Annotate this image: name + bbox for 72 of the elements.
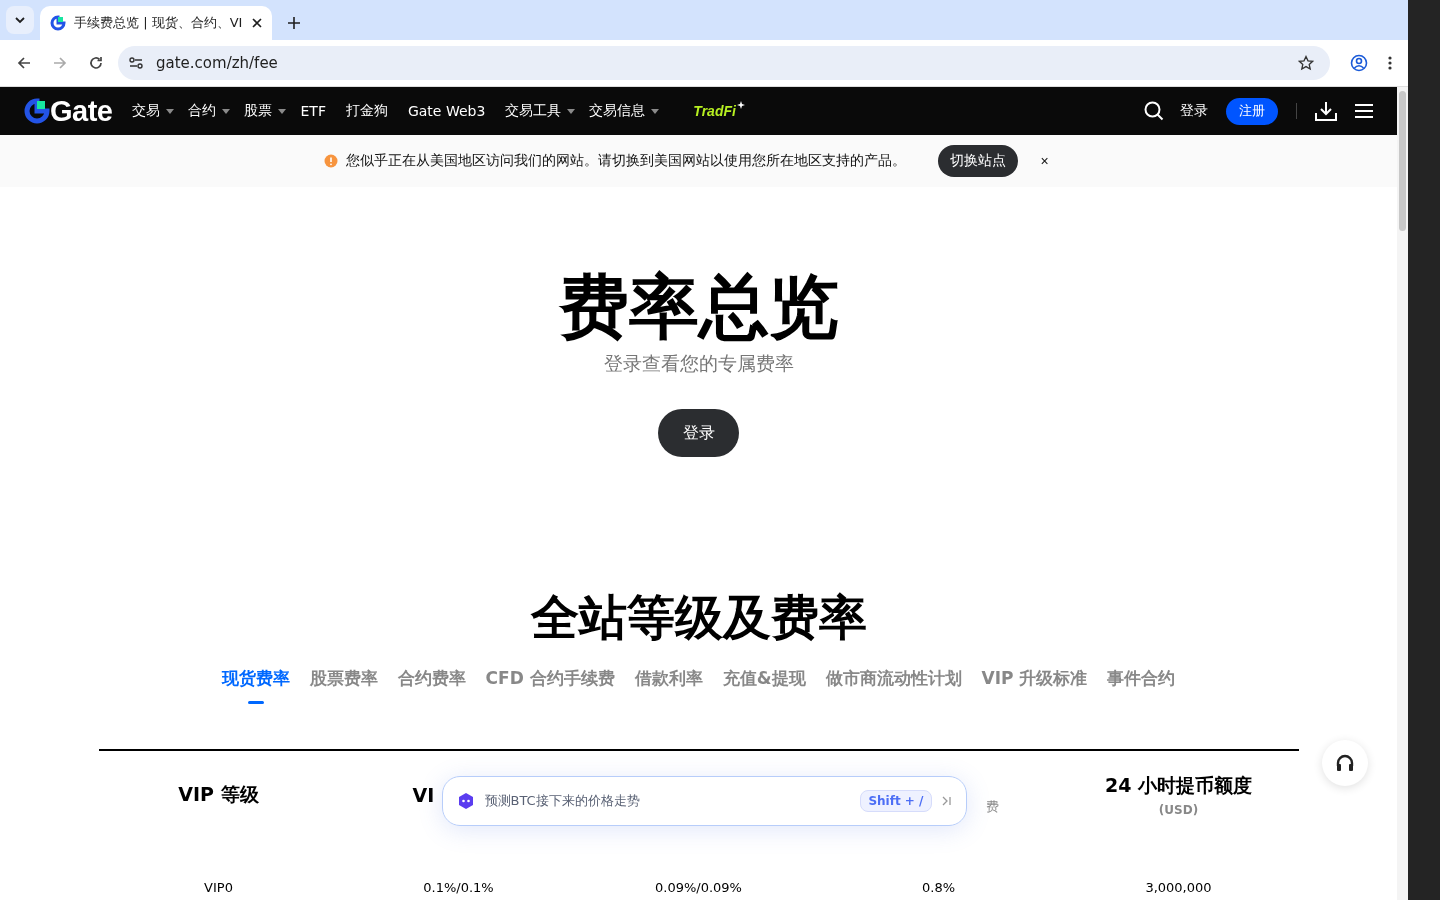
reload-icon[interactable] (88, 55, 104, 71)
table-cell: 0.8% (922, 880, 955, 895)
category-tab[interactable]: 现货费率 (221, 667, 290, 704)
bookmark-star-icon[interactable] (1298, 55, 1314, 71)
caret-icon[interactable] (651, 108, 660, 114)
table-cell: 0.1%/0.1% (423, 880, 494, 895)
nav-link[interactable]: Gate Web3 (407, 103, 486, 119)
section-title: 全站等级及费率 (530, 589, 867, 645)
page-title: 费率总览 (558, 265, 839, 349)
column-subheader: (USD) (1158, 803, 1199, 817)
tab-title: 手续费总览 | 现货、合约、VI (74, 14, 244, 32)
column-subheader: 费 (985, 798, 999, 816)
category-tab[interactable]: 借款利率 (634, 667, 703, 704)
collapse-icon[interactable] (941, 796, 952, 806)
logo-text[interactable]: Gate (50, 94, 113, 128)
category-tab[interactable]: CFD 合约手续费 (485, 667, 615, 704)
site-settings-icon[interactable] (128, 55, 144, 71)
support-button[interactable] (1322, 740, 1368, 786)
menu-icon[interactable] (1388, 56, 1392, 70)
column-header: VI (412, 784, 435, 806)
browser-tab[interactable]: 手续费总览 | 现货、合约、VI (40, 6, 272, 40)
notice-text: 您似乎正在从美国地区访问我们的网站。请切换到美国网站以使用您所在地区支持的产品。 (346, 152, 907, 170)
caret-icon[interactable] (278, 108, 287, 114)
table-cell: VIP0 (204, 880, 233, 895)
chevron-down-icon (14, 14, 26, 26)
close-icon[interactable] (252, 18, 262, 28)
prompt-bar[interactable]: 预测BTC接下来的价格走势 Shift + / (441, 776, 967, 826)
warning-icon (324, 154, 339, 168)
headset-icon (1335, 753, 1355, 773)
category-tab[interactable]: 充值&提现 (722, 667, 806, 704)
scrollbar-thumb[interactable] (1399, 91, 1406, 231)
login-link[interactable]: 登录 (1180, 102, 1208, 120)
prompt-text: 预测BTC接下来的价格走势 (484, 792, 641, 810)
switch-site-button[interactable]: 切换站点 (938, 145, 1019, 177)
table-cell: 3,000,000 (1145, 880, 1212, 895)
category-tab[interactable]: 事件合约 (1107, 667, 1176, 704)
nav-link[interactable]: 打金狗 (345, 102, 388, 120)
category-tab[interactable]: 合约费率 (397, 667, 466, 704)
url-text: gate.com/zh/fee (156, 54, 279, 72)
column-header: VIP 等级 (178, 782, 259, 807)
nav-link[interactable]: 交易工具 (505, 102, 562, 120)
nav-link[interactable]: ETF (300, 103, 326, 119)
column-header: 24 小时提币额度 (1104, 773, 1253, 798)
category-tab[interactable]: 股票费率 (309, 667, 378, 704)
nav-link[interactable]: 合约 (188, 102, 217, 120)
nav-link[interactable]: 交易 (132, 102, 161, 120)
nav-link[interactable]: 交易信息 (589, 102, 646, 120)
category-tab[interactable]: VIP 升级标准 (981, 667, 1088, 704)
shortcut-hint: Shift + / (860, 790, 932, 812)
back-icon[interactable] (16, 55, 32, 71)
caret-icon[interactable] (567, 108, 576, 114)
sparkle-icon (736, 101, 745, 109)
close-button[interactable]: × (1036, 153, 1053, 169)
address-bar[interactable]: gate.com/zh/fee (118, 46, 1330, 80)
login-button[interactable]: 登录 (658, 409, 739, 457)
profile-icon[interactable] (1350, 54, 1368, 72)
register-button[interactable]: 注册 (1226, 97, 1278, 125)
tradfi-link[interactable]: TradFi (693, 103, 736, 119)
caret-icon[interactable] (222, 108, 231, 114)
bot-icon (456, 792, 475, 810)
logo-icon (50, 15, 66, 31)
caret-icon[interactable] (166, 108, 175, 114)
download-icon[interactable] (1315, 101, 1337, 121)
logo-icon[interactable] (24, 98, 50, 124)
new-tab-icon[interactable] (288, 17, 300, 29)
nav-link[interactable]: 股票 (244, 102, 273, 120)
search-icon[interactable] (1144, 101, 1164, 121)
table-cell: 0.09%/0.09% (655, 880, 742, 895)
subtitle: 登录查看您的专属费率 (603, 351, 794, 376)
menu-icon[interactable] (1355, 104, 1373, 118)
tab-list-button[interactable] (6, 6, 34, 34)
category-tab[interactable]: 做市商流动性计划 (825, 667, 962, 704)
